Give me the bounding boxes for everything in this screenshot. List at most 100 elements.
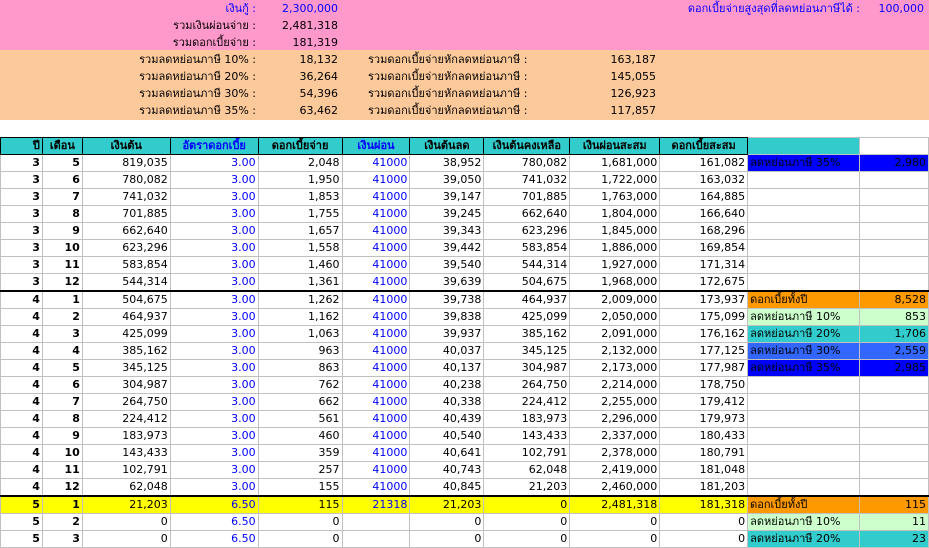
cell-paid-cumulative[interactable]: 2,296,000	[569, 410, 661, 428]
cell-paid-cumulative[interactable]: 1,845,000	[569, 222, 661, 240]
cell-interest[interactable]: 257	[257, 461, 343, 479]
cell-month[interactable]: 6	[41, 171, 83, 189]
cell-principal-remaining[interactable]: 0	[483, 513, 571, 531]
cell-month[interactable]: 12	[41, 273, 83, 292]
cell-principal-remaining[interactable]: 62,048	[483, 461, 571, 479]
cell-year[interactable]: 3	[0, 171, 43, 189]
cell-paid-cumulative[interactable]: 1,763,000	[569, 188, 661, 206]
cell-principal-reduced[interactable]: 39,147	[409, 188, 485, 206]
cell-interest[interactable]: 1,558	[257, 239, 343, 257]
cell-principal-reduced[interactable]: 39,442	[409, 239, 485, 257]
cell-interest-cumulative[interactable]: 181,048	[659, 461, 749, 479]
cell-month[interactable]: 3	[41, 325, 83, 343]
cell-principal-remaining[interactable]: 102,791	[483, 444, 571, 462]
cell-year[interactable]: 4	[0, 461, 43, 479]
cell-principal[interactable]: 102,791	[81, 461, 171, 479]
cell-interest-cumulative[interactable]: 173,937	[659, 290, 749, 309]
cell-principal[interactable]: 464,937	[81, 308, 171, 326]
cell-interest[interactable]: 1,262	[257, 290, 343, 309]
cell-installment[interactable]: 41000	[341, 290, 411, 309]
cell-side-label[interactable]: ลดหย่อนภาษี 10%	[747, 308, 861, 326]
cell-side-value[interactable]: 115	[859, 495, 929, 514]
cell-principal-remaining[interactable]: 345,125	[483, 342, 571, 360]
cell-month[interactable]: 8	[41, 205, 83, 223]
cell-principal-reduced[interactable]: 39,050	[409, 171, 485, 189]
cell-rate[interactable]: 3.00	[169, 290, 259, 309]
cell-principal-reduced[interactable]: 40,540	[409, 427, 485, 445]
cell-principal[interactable]: 345,125	[81, 359, 171, 377]
cell-year[interactable]: 4	[0, 410, 43, 428]
cell-principal-remaining[interactable]: 623,296	[483, 222, 571, 240]
cell-year[interactable]: 4	[0, 444, 43, 462]
cell-interest[interactable]: 863	[257, 359, 343, 377]
cell-principal-remaining[interactable]: 583,854	[483, 239, 571, 257]
cell-year[interactable]: 4	[0, 325, 43, 343]
cell-year[interactable]: 3	[0, 256, 43, 274]
cell-paid-cumulative[interactable]: 2,009,000	[569, 290, 661, 309]
cell-interest[interactable]: 1,853	[257, 188, 343, 206]
cell-interest[interactable]: 762	[257, 376, 343, 394]
cell-installment[interactable]: 41000	[341, 461, 411, 479]
cell-principal-reduced[interactable]: 40,338	[409, 393, 485, 411]
cell-principal-reduced[interactable]: 39,738	[409, 290, 485, 309]
cell-principal[interactable]: 143,433	[81, 444, 171, 462]
cell-side-label[interactable]: ลดหย่อนภาษี 30%	[747, 342, 861, 360]
cell-principal-remaining[interactable]: 425,099	[483, 308, 571, 326]
cell-side-label[interactable]	[747, 171, 861, 189]
cell-side-label[interactable]: ลดหย่อนภาษี 35%	[747, 154, 861, 172]
cell-interest-cumulative[interactable]: 166,640	[659, 205, 749, 223]
cell-paid-cumulative[interactable]: 0	[569, 530, 661, 548]
cell-interest[interactable]: 1,162	[257, 308, 343, 326]
cell-side-label[interactable]	[747, 376, 861, 394]
cell-installment[interactable]: 41000	[341, 478, 411, 497]
cell-principal-reduced[interactable]: 40,439	[409, 410, 485, 428]
cell-side-label[interactable]	[747, 461, 861, 479]
cell-principal-reduced[interactable]: 40,238	[409, 376, 485, 394]
cell-side-value[interactable]: 2,559	[859, 342, 929, 360]
cell-rate[interactable]: 3.00	[169, 222, 259, 240]
cell-interest-cumulative[interactable]: 177,125	[659, 342, 749, 360]
cell-rate[interactable]: 3.00	[169, 325, 259, 343]
cell-interest[interactable]: 963	[257, 342, 343, 360]
cell-rate[interactable]: 3.00	[169, 444, 259, 462]
cell-rate[interactable]: 3.00	[169, 205, 259, 223]
cell-interest[interactable]: 2,048	[257, 154, 343, 172]
cell-principal-remaining[interactable]: 0	[483, 530, 571, 548]
cell-side-label[interactable]	[747, 205, 861, 223]
cell-side-value[interactable]	[859, 171, 929, 189]
cell-paid-cumulative[interactable]: 2,481,318	[569, 495, 661, 514]
cell-interest-cumulative[interactable]: 164,885	[659, 188, 749, 206]
cell-interest-cumulative[interactable]: 181,318	[659, 495, 749, 514]
cell-principal-remaining[interactable]: 464,937	[483, 290, 571, 309]
cell-installment[interactable]: 21318	[341, 495, 411, 514]
cell-rate[interactable]: 3.00	[169, 256, 259, 274]
cell-principal[interactable]: 0	[81, 513, 171, 531]
cell-rate[interactable]: 6.50	[169, 513, 259, 531]
cell-installment[interactable]: 41000	[341, 427, 411, 445]
cell-interest-cumulative[interactable]: 172,675	[659, 273, 749, 292]
cell-principal[interactable]: 583,854	[81, 256, 171, 274]
cell-principal-reduced[interactable]: 39,540	[409, 256, 485, 274]
cell-installment[interactable]: 41000	[341, 325, 411, 343]
cell-rate[interactable]: 3.00	[169, 359, 259, 377]
cell-principal-reduced[interactable]: 40,641	[409, 444, 485, 462]
cell-month[interactable]: 1	[41, 495, 83, 514]
cell-side-value[interactable]: 23	[859, 530, 929, 548]
cell-principal[interactable]: 819,035	[81, 154, 171, 172]
cell-principal[interactable]: 504,675	[81, 290, 171, 309]
cell-month[interactable]: 12	[41, 478, 83, 497]
cell-interest[interactable]: 1,460	[257, 256, 343, 274]
cell-installment[interactable]: 41000	[341, 222, 411, 240]
cell-side-label[interactable]: ลดหย่อนภาษี 10%	[747, 513, 861, 531]
cell-principal[interactable]: 0	[81, 530, 171, 548]
cell-principal-remaining[interactable]: 780,082	[483, 154, 571, 172]
cell-side-label[interactable]	[747, 410, 861, 428]
cell-principal[interactable]: 780,082	[81, 171, 171, 189]
cell-side-label[interactable]: ดอกเบี้ยทั้งปี	[747, 495, 861, 514]
cell-year[interactable]: 5	[0, 495, 43, 514]
cell-principal[interactable]: 741,032	[81, 188, 171, 206]
cell-principal-reduced[interactable]: 40,037	[409, 342, 485, 360]
cell-side-value[interactable]: 853	[859, 308, 929, 326]
cell-principal-remaining[interactable]: 544,314	[483, 256, 571, 274]
cell-month[interactable]: 6	[41, 376, 83, 394]
